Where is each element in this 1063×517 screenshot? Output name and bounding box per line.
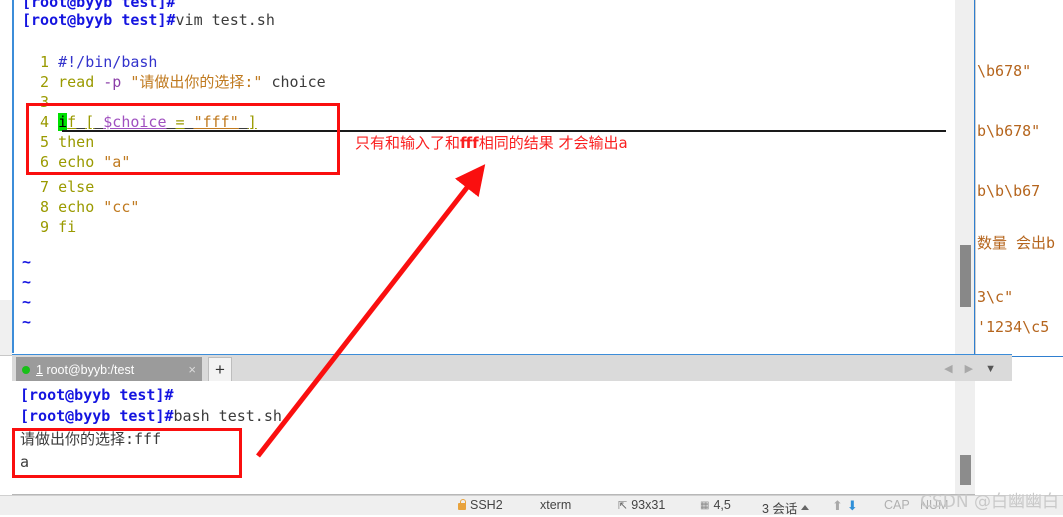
code-line-7-text: else — [58, 178, 95, 196]
tab-next-icon[interactable]: ▶ — [965, 362, 973, 375]
status-cursor-position[interactable]: ▦ 4,5 — [700, 498, 731, 512]
status-protocol[interactable]: SSH2 — [458, 498, 503, 512]
terminal-line-1: [root@byyb test]# — [20, 386, 174, 404]
code-line-1-text: #!/bin/bash — [58, 53, 158, 71]
status-bar: SSH2 xterm ⇱ 93x31 ▦ 4,5 3 会话 ⬆ ⬇ CAP NU… — [0, 495, 1063, 517]
new-tab-button[interactable]: + — [208, 357, 232, 382]
arrow-down-icon: ⬇ — [846, 498, 858, 513]
resize-icon: ⇱ — [618, 499, 628, 512]
background-window-line: '1234\c5 — [977, 318, 1050, 336]
background-window-scrollbar-thumb[interactable] — [960, 245, 971, 307]
code-line-1: 1 #!/bin/bash — [22, 53, 158, 71]
terminal-scrollbar-thumb[interactable] — [960, 455, 971, 485]
annotation-box-output — [12, 428, 242, 478]
tab-status-dot-icon — [22, 365, 30, 374]
status-sessions[interactable]: 3 会话 — [762, 498, 810, 517]
left-gutter-segment — [0, 320, 12, 341]
vim-empty-marker: ~ — [22, 313, 32, 331]
tab-root-byyb-test[interactable]: 1 root@byyb:/test × — [16, 357, 202, 382]
background-window-line: 3\c" — [977, 288, 1014, 306]
background-window-line: \b678" — [977, 62, 1032, 80]
annotation-note-after: 相同的结果 才会输出a — [478, 134, 628, 152]
tab-prev-icon[interactable]: ◀ — [944, 362, 952, 375]
annotation-note-before: 只有和输入了和 — [355, 134, 461, 152]
status-caps-lock: CAP — [884, 498, 910, 512]
chevron-up-icon[interactable] — [801, 505, 810, 510]
background-window-line: b\b678" — [977, 122, 1041, 140]
vim-launch-line: [root@byyb test]#vim test.sh — [22, 10, 275, 30]
vim-command-text: vim test.sh — [175, 11, 275, 29]
tabbar-nav: ◀ ▶ ▼ — [944, 355, 996, 382]
background-window: \b678" b\b678" b\b\b67 数量 会出b 3\c" '1234… — [975, 0, 1063, 357]
background-window-line: 数量 会出b — [977, 234, 1056, 252]
code-line-9-text: fi — [58, 218, 77, 236]
code-line-7: 7 else — [22, 178, 95, 196]
annotation-note-bold: fff — [460, 134, 479, 152]
left-gutter-segment — [0, 300, 12, 321]
tab-close-icon[interactable]: × — [188, 362, 196, 377]
background-window-line: b\b\b67 — [977, 182, 1041, 200]
left-gutter — [0, 0, 12, 356]
annotation-arrow-icon — [256, 164, 486, 458]
annotation-note: 只有和输入了和fff相同的结果 才会输出a — [355, 132, 628, 153]
status-transfer-indicators: ⬆ ⬇ — [832, 498, 858, 514]
prompt-text: [root@byyb test]# — [22, 11, 176, 29]
tab-menu-chevron-down-icon[interactable]: ▼ — [985, 363, 996, 375]
vim-empty-marker: ~ — [22, 253, 32, 271]
arrow-up-icon: ⬆ — [832, 498, 843, 513]
tab-label: 1 root@byyb:/test — [36, 362, 135, 377]
left-gutter-segment — [0, 340, 12, 356]
terminal-tabbar: 1 root@byyb:/test × + ◀ ▶ ▼ — [12, 354, 1012, 382]
vim-empty-marker: ~ — [22, 273, 32, 291]
status-window-size[interactable]: ⇱ 93x31 — [618, 498, 665, 512]
vim-empty-marker: ~ — [22, 293, 32, 311]
code-line-9: 9 fi — [22, 218, 77, 236]
lock-icon — [458, 498, 466, 510]
background-window-border — [974, 0, 975, 357]
code-line-2: 2 read -p "请做出你的选择:" choice — [22, 73, 326, 91]
watermark: CSDN @白幽幽白 — [920, 492, 1059, 512]
code-line-8: 8 echo "cc" — [22, 198, 140, 216]
cursor-position-icon: ▦ — [700, 499, 710, 511]
status-terminal-type[interactable]: xterm — [540, 498, 571, 512]
